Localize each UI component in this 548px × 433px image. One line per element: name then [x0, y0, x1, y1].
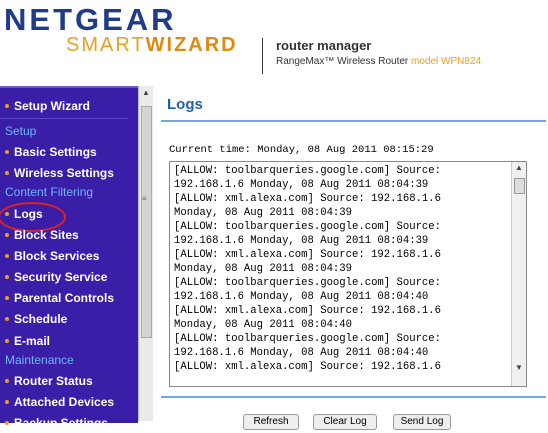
sidebar-item-basic-settings[interactable]: Basic Settings [0, 142, 138, 162]
scroll-up-icon[interactable]: ▲ [515, 163, 523, 172]
sidebar-scrollbar[interactable]: ▲ ≡ [138, 86, 153, 421]
section-maintenance: Maintenance [5, 353, 74, 367]
sidebar-item-label: Wireless Settings [14, 166, 114, 180]
sidebar-item-label: Block Services [14, 249, 100, 263]
log-line: [ALLOW: xml.alexa.com] Source: 192.168.1… [174, 361, 442, 373]
bottom-divider [161, 396, 546, 398]
bullet-icon [5, 316, 9, 321]
current-time: Current time: Monday, 08 Aug 2011 08:15:… [169, 144, 434, 156]
bullet-icon [5, 232, 9, 237]
bullet-icon [5, 420, 9, 425]
sidebar-divider [0, 118, 128, 119]
log-line: Monday, 08 Aug 2011 08:04:39 [174, 207, 353, 219]
sidebar-item-label: Schedule [14, 312, 68, 326]
sidebar-item-label: E-mail [14, 334, 51, 348]
clear-log-button[interactable]: Clear Log [313, 414, 377, 430]
scrollbar-thumb[interactable] [141, 106, 152, 338]
model-name: model WPN824 [411, 56, 482, 67]
log-line: [ALLOW: toolbarqueries.google.com] Sourc… [174, 277, 442, 289]
log-line: [ALLOW: toolbarqueries.google.com] Sourc… [174, 333, 442, 345]
sidebar-item-setup-wizard[interactable]: Setup Wizard [0, 96, 138, 116]
log-line: [ALLOW: xml.alexa.com] Source: 192.168.1… [174, 249, 442, 261]
log-line: 192.168.1.6 Monday, 08 Aug 2011 08:04:39 [174, 179, 429, 191]
sidebar[interactable]: Setup Wizard Setup Basic Settings Wirele… [0, 86, 138, 430]
sidebar-item-router-status[interactable]: Router Status [0, 371, 138, 391]
sidebar-item-label: Router Status [14, 374, 93, 388]
title-divider [161, 120, 546, 122]
page-title: Logs [167, 96, 203, 113]
log-line: 192.168.1.6 Monday, 08 Aug 2011 08:04:40 [174, 291, 429, 303]
sidebar-item-label: Parental Controls [14, 291, 115, 305]
refresh-button[interactable]: Refresh [243, 414, 299, 430]
sidebar-item-security-service[interactable]: Security Service [0, 267, 138, 287]
sidebar-item-label: Backup Settings [14, 416, 109, 430]
grip-icon: ≡ [142, 194, 147, 203]
sidebar-item-block-services[interactable]: Block Services [0, 246, 138, 266]
scrollbar-thumb[interactable] [514, 178, 525, 194]
log-textarea[interactable]: [ALLOW: toolbarqueries.google.com] Sourc… [169, 161, 527, 387]
sidebar-item-label: Attached Devices [14, 395, 115, 409]
router-manager-title: router manager [276, 38, 372, 53]
sidebar-item-wireless-settings[interactable]: Wireless Settings [0, 163, 138, 183]
sidebar-item-block-sites[interactable]: Block Sites [0, 225, 138, 245]
log-line: Monday, 08 Aug 2011 08:04:40 [174, 319, 353, 331]
header: NETGEAR SMARTWIZARD router manager Range… [0, 0, 548, 86]
sidebar-item-label: Security Service [14, 270, 108, 284]
section-setup: Setup [5, 124, 37, 138]
log-line: Monday, 08 Aug 2011 08:04:39 [174, 263, 353, 275]
sidebar-item-schedule[interactable]: Schedule [0, 309, 138, 329]
log-scrollbar[interactable]: ▲ ▼ [511, 162, 526, 386]
bullet-icon [5, 378, 9, 383]
scroll-up-icon[interactable]: ▲ [142, 88, 150, 97]
bullet-icon [5, 253, 9, 258]
log-line: [ALLOW: toolbarqueries.google.com] Sourc… [174, 221, 442, 233]
sidebar-item-email[interactable]: E-mail [0, 331, 138, 351]
bullet-icon [5, 399, 9, 404]
bullet-icon [5, 274, 9, 279]
sidebar-item-parental-controls[interactable]: Parental Controls [0, 288, 138, 308]
header-divider [262, 38, 263, 74]
send-log-button[interactable]: Send Log [393, 414, 451, 430]
logo-wizard-text: WIZARD [145, 34, 238, 56]
log-line: 192.168.1.6 Monday, 08 Aug 2011 08:04:40 [174, 347, 429, 359]
sidebar-item-backup-settings[interactable]: Backup Settings [0, 413, 138, 433]
product-name: RangeMax™ Wireless Router [276, 56, 409, 67]
log-line: 192.168.1.6 Monday, 08 Aug 2011 08:04:39 [174, 235, 429, 247]
router-subtitle: RangeMax™ Wireless Router model WPN824 [276, 56, 481, 67]
scroll-down-icon[interactable]: ▼ [515, 363, 523, 372]
bullet-icon [5, 338, 9, 343]
log-line: [ALLOW: xml.alexa.com] Source: 192.168.1… [174, 193, 442, 205]
sidebar-item-label: Basic Settings [14, 145, 97, 159]
section-content-filtering: Content Filtering [5, 185, 94, 199]
main-content: Logs Current time: Monday, 08 Aug 2011 0… [153, 86, 548, 430]
bullet-icon [5, 170, 9, 175]
netgear-logo: NETGEAR [4, 2, 177, 37]
bullet-icon [5, 149, 9, 154]
bullet-icon [5, 103, 9, 108]
smartwizard-logo: SMARTWIZARD [66, 34, 238, 57]
log-line: [ALLOW: toolbarqueries.google.com] Sourc… [174, 165, 442, 177]
log-line: [ALLOW: xml.alexa.com] Source: 192.168.1… [174, 305, 442, 317]
sidebar-item-label: Block Sites [14, 228, 79, 242]
sidebar-item-label: Setup Wizard [14, 99, 90, 113]
sidebar-item-attached-devices[interactable]: Attached Devices [0, 392, 138, 412]
bullet-icon [5, 295, 9, 300]
logo-smart-text: SMART [66, 34, 146, 56]
